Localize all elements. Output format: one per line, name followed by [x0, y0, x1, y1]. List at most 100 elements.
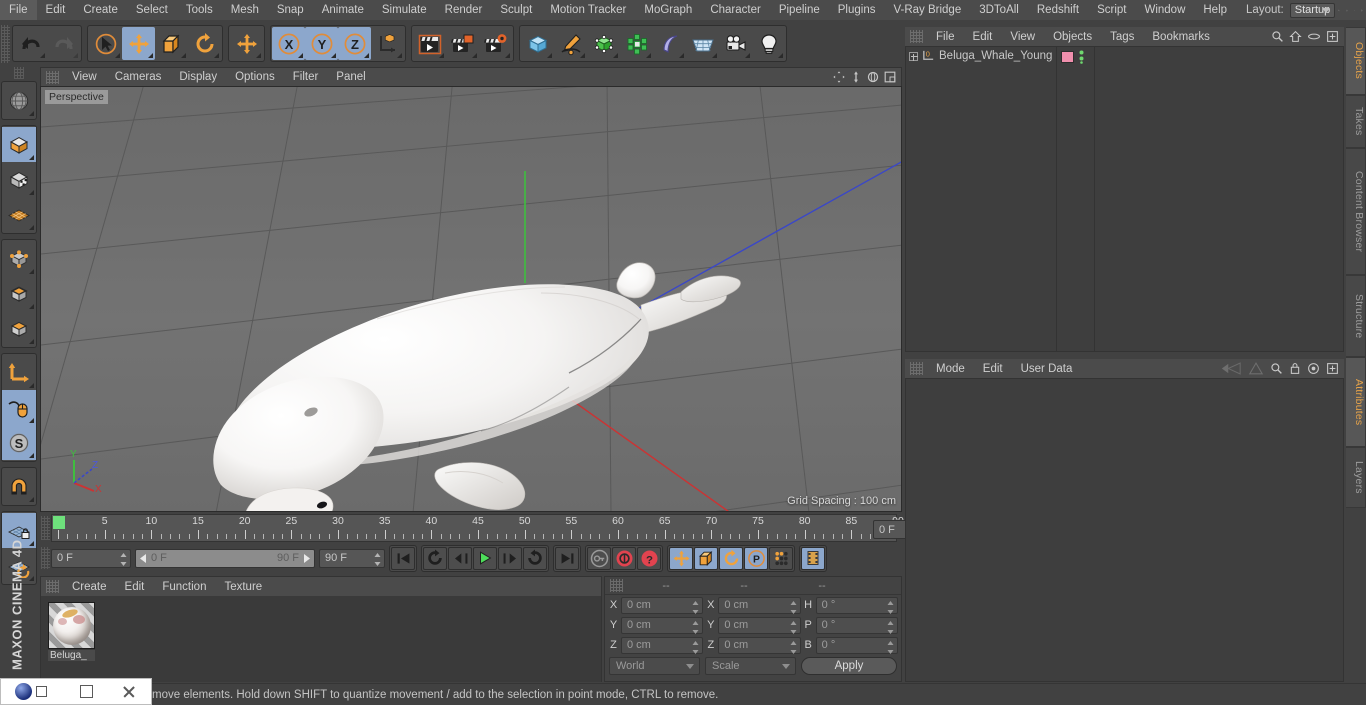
home-icon[interactable] [1345, 3, 1348, 18]
search-icon[interactable] [1270, 362, 1283, 375]
menu-tools[interactable]: Tools [177, 0, 222, 20]
texture-mode[interactable] [2, 162, 36, 197]
right-tab-content-browser[interactable]: Content Browser [1346, 147, 1366, 275]
size-y-field[interactable]: 0 cm [718, 616, 801, 634]
size-z-field[interactable]: 0 cm [718, 636, 801, 654]
right-tab-structure[interactable]: Structure [1346, 274, 1366, 358]
right-tab-objects[interactable]: Objects [1346, 27, 1366, 95]
autokeying-button[interactable] [612, 546, 636, 570]
object-menu-file[interactable]: File [927, 27, 964, 47]
render-settings-button[interactable] [479, 27, 512, 60]
pan-icon[interactable] [832, 70, 846, 84]
previous-frame-button[interactable] [448, 546, 472, 570]
attributes-menu-user-data[interactable]: User Data [1012, 359, 1082, 379]
stepper-icon[interactable] [887, 600, 894, 614]
add-primitive-button[interactable] [521, 27, 554, 60]
new-layer-icon[interactable] [1326, 30, 1339, 43]
position-z-field[interactable]: 0 cm [621, 636, 704, 654]
undo-button[interactable] [14, 27, 47, 60]
material-list[interactable]: Beluga_ [41, 596, 601, 682]
menu-window[interactable]: Window [1135, 0, 1194, 20]
timeline-ruler[interactable]: 051015202530354045505560657075808590 [51, 514, 904, 542]
new-tab-icon[interactable] [1326, 362, 1339, 375]
keyframe-selection-button[interactable]: ? [637, 546, 661, 570]
close-icon[interactable] [122, 685, 136, 699]
coordinate-system-toggle[interactable] [371, 27, 404, 60]
render-view-button[interactable] [413, 27, 446, 60]
add-array-button[interactable] [620, 27, 653, 60]
attributes-menu-edit[interactable]: Edit [974, 359, 1012, 379]
menu-3dtoall[interactable]: 3DToAll [970, 0, 1028, 20]
make-editable-globe[interactable] [2, 83, 36, 118]
world-axis-tool[interactable] [230, 27, 263, 60]
back-nav-icon[interactable] [1220, 362, 1242, 375]
menu-redshift[interactable]: Redshift [1028, 0, 1088, 20]
toolbar-gripper[interactable] [1, 24, 10, 63]
document-end-field[interactable]: 90 F [319, 548, 385, 568]
menu-select[interactable]: Select [127, 0, 177, 20]
go-to-start-button[interactable] [391, 546, 415, 570]
object-menu-bookmarks[interactable]: Bookmarks [1143, 27, 1219, 47]
maximize-viewport-icon[interactable] [883, 70, 897, 84]
stepper-icon[interactable] [790, 620, 797, 634]
scale-tool[interactable] [155, 27, 188, 60]
expand-toggle-icon[interactable] [909, 51, 918, 61]
size-x-field[interactable]: 0 cm [718, 596, 801, 614]
maximize-icon[interactable] [1361, 3, 1363, 18]
stepper-icon[interactable] [887, 640, 894, 654]
enable-axis-modification[interactable] [2, 355, 36, 390]
timeline-playhead[interactable] [53, 516, 65, 529]
stepper-icon[interactable] [887, 620, 894, 634]
lock-x-axis[interactable]: X [272, 27, 305, 60]
edges-mode[interactable] [2, 276, 36, 311]
object-menu-view[interactable]: View [1001, 27, 1044, 47]
menu-snap[interactable]: Snap [268, 0, 313, 20]
stepper-icon[interactable] [374, 552, 381, 566]
uv-mode[interactable] [2, 197, 36, 232]
move-tool[interactable] [122, 27, 155, 60]
key-position-button[interactable] [669, 546, 693, 570]
menu-file[interactable]: File [0, 0, 37, 20]
menu-motion-tracker[interactable]: Motion Tracker [541, 0, 635, 20]
object-tree[interactable]: 0 Beluga_Whale_Young [905, 46, 1344, 352]
range-end-handle-icon[interactable] [302, 553, 311, 563]
menu-create[interactable]: Create [74, 0, 127, 20]
stepper-icon[interactable] [692, 620, 699, 634]
menu-animate[interactable]: Animate [313, 0, 373, 20]
play-backwards-button[interactable] [423, 546, 447, 570]
position-x-field[interactable]: 0 cm [621, 596, 704, 614]
coordinate-mode-select[interactable]: Scale [705, 657, 796, 675]
lock-icon[interactable] [1289, 362, 1301, 375]
go-to-end-button[interactable] [555, 546, 579, 570]
attributes-content[interactable] [905, 378, 1344, 682]
enable-tweak-mode[interactable] [2, 390, 36, 425]
material-tag[interactable] [1061, 51, 1074, 63]
rotation-p-field[interactable]: 0 ° [815, 616, 898, 634]
rotation-h-field[interactable]: 0 ° [815, 596, 898, 614]
menu-edit[interactable]: Edit [37, 0, 75, 20]
material-menu-edit[interactable]: Edit [116, 577, 154, 597]
viewport-menu-cameras[interactable]: Cameras [106, 67, 171, 87]
menu-pipeline[interactable]: Pipeline [770, 0, 829, 20]
dolly-icon[interactable] [849, 70, 863, 84]
add-camera-button[interactable] [719, 27, 752, 60]
preview-range-slider[interactable]: 0 F 90 F [135, 548, 315, 568]
stepper-icon[interactable] [692, 640, 699, 654]
material-gripper[interactable] [46, 580, 59, 593]
right-tab-takes[interactable]: Takes [1346, 94, 1366, 148]
select-tool[interactable] [89, 27, 122, 60]
viewport-gripper[interactable] [46, 70, 59, 84]
add-scene-object-button[interactable] [686, 27, 719, 60]
lock-z-axis[interactable]: Z [338, 27, 371, 60]
key-parameter-button[interactable]: P [744, 546, 768, 570]
object-manager-gripper[interactable] [910, 30, 923, 43]
right-tab-layers[interactable]: Layers [1346, 447, 1366, 508]
menu-mograph[interactable]: MoGraph [635, 0, 701, 20]
attributes-gripper[interactable] [910, 362, 923, 375]
eye-icon[interactable] [1307, 30, 1321, 43]
target-icon[interactable] [1307, 362, 1320, 375]
play-forward-loop-button[interactable] [523, 546, 547, 570]
maximize-icon[interactable] [80, 685, 93, 698]
next-frame-button[interactable] [498, 546, 522, 570]
range-start-handle-icon[interactable] [139, 553, 148, 563]
